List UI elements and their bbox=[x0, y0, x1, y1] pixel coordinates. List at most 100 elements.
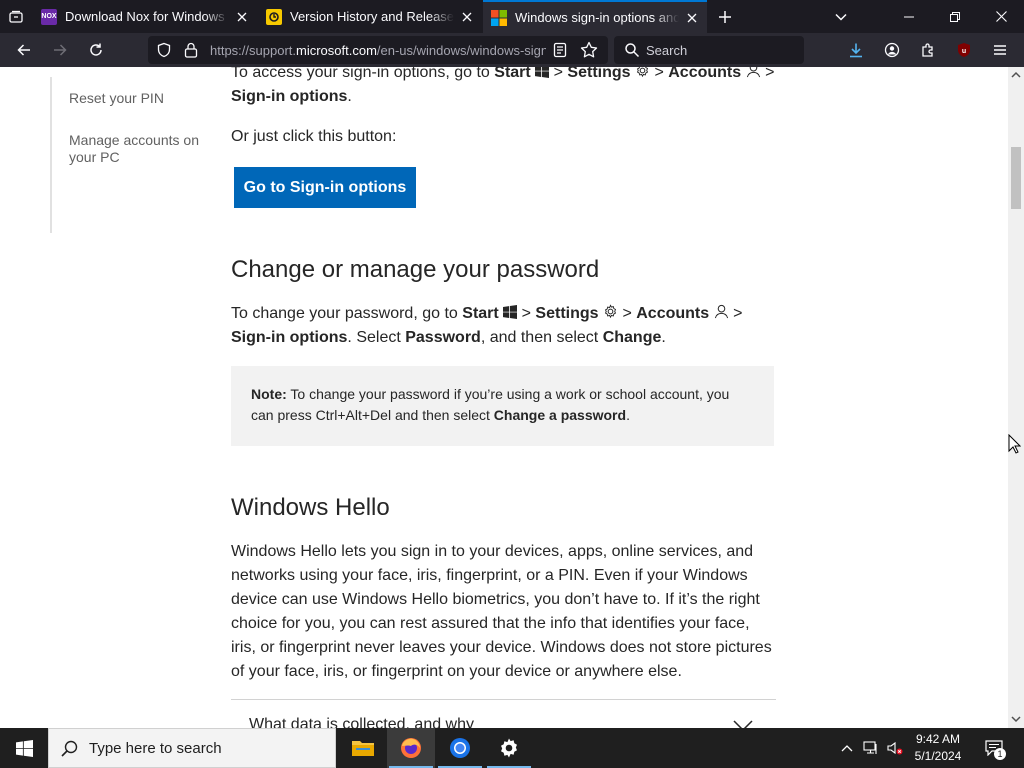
scroll-down-button[interactable] bbox=[1010, 713, 1022, 725]
scroll-up-button[interactable] bbox=[1010, 69, 1022, 81]
taskbar-clock[interactable]: 9:42 AM 5/1/2024 bbox=[902, 731, 974, 765]
taskbar-settings[interactable] bbox=[485, 728, 533, 768]
page-scrollbar[interactable] bbox=[1008, 67, 1024, 728]
minimize-icon bbox=[904, 16, 914, 17]
arrow-left-icon bbox=[17, 44, 30, 56]
windows-logo-icon bbox=[15, 739, 33, 757]
page-viewport: Reset your PIN Manage accounts on your P… bbox=[0, 67, 1008, 728]
download-icon bbox=[850, 43, 862, 58]
nox-favicon-icon: NOX bbox=[41, 8, 57, 25]
reload-button[interactable] bbox=[82, 36, 110, 64]
release-notes-favicon-icon bbox=[266, 8, 282, 25]
new-tab-button[interactable] bbox=[714, 6, 736, 28]
gear-icon bbox=[501, 738, 517, 758]
taskbar-file-explorer[interactable] bbox=[339, 728, 387, 768]
chrome-icon bbox=[450, 738, 470, 758]
tab-title: Windows sign-in options and account prot… bbox=[515, 10, 679, 25]
note-box: Note: To change your password if you’re … bbox=[231, 366, 774, 446]
note-text: To change your password if you’re using … bbox=[251, 386, 730, 423]
accordion-data-collected[interactable]: What data is collected, and why bbox=[231, 699, 776, 728]
puzzle-icon bbox=[922, 43, 933, 57]
volume-muted-icon bbox=[887, 741, 903, 755]
folder-icon bbox=[352, 741, 374, 756]
close-icon bbox=[995, 11, 1007, 22]
minimize-button[interactable] bbox=[886, 0, 932, 33]
taskbar-chrome[interactable] bbox=[436, 728, 484, 768]
lock-icon[interactable] bbox=[184, 42, 198, 58]
tab-close-icon[interactable] bbox=[685, 11, 699, 25]
extensions-button[interactable] bbox=[914, 36, 942, 64]
accordion-label: What data is collected, and why bbox=[249, 716, 475, 728]
back-button[interactable] bbox=[10, 36, 38, 64]
note-bold-text: Change a password bbox=[493, 407, 627, 423]
tab-list-icon bbox=[9, 10, 23, 23]
url-text[interactable]: https://support.microsoft.com/en-us/wind… bbox=[210, 43, 546, 58]
bookmark-star-icon[interactable] bbox=[580, 41, 598, 59]
start-button[interactable] bbox=[0, 728, 48, 768]
heading-windows-hello: Windows Hello bbox=[231, 494, 390, 521]
account-icon bbox=[884, 42, 900, 58]
tab-version-history[interactable]: Version History and Release Notes bbox=[258, 0, 482, 33]
clock-date: 5/1/2024 bbox=[914, 749, 962, 763]
shield-icon[interactable] bbox=[156, 42, 172, 58]
chevron-up-icon bbox=[841, 745, 853, 752]
chevron-down-icon bbox=[1011, 716, 1021, 723]
windows-logo-icon bbox=[503, 305, 518, 319]
tab-close-icon[interactable] bbox=[235, 10, 249, 24]
sidenav-item-manage-accounts[interactable]: Manage accounts on your PC bbox=[52, 132, 202, 166]
windows-taskbar: Type here to search 9:42 AM 5/1/2024 1 bbox=[0, 728, 1024, 768]
taskbar-search-box[interactable]: Type here to search bbox=[48, 728, 336, 768]
tab-nox-download[interactable]: NOX Download Nox for Windows PC bbox=[33, 0, 257, 33]
restore-button[interactable] bbox=[932, 0, 978, 33]
notification-count: 1 bbox=[994, 748, 1006, 760]
show-hidden-icons-button[interactable] bbox=[836, 728, 858, 768]
arrow-right-icon bbox=[54, 44, 67, 56]
change-password-paragraph: To change your password, go to Start > S… bbox=[231, 304, 743, 346]
close-window-button[interactable] bbox=[978, 0, 1024, 33]
sidenav-item-reset-pin[interactable]: Reset your PIN bbox=[52, 90, 202, 107]
network-tray-button[interactable] bbox=[860, 728, 882, 768]
tab-windows-sign-in[interactable]: Windows sign-in options and account prot… bbox=[483, 0, 707, 33]
microsoft-favicon-icon bbox=[491, 9, 507, 26]
forward-button[interactable] bbox=[46, 36, 74, 64]
search-placeholder: Search bbox=[646, 43, 688, 58]
note-label: Note: bbox=[251, 386, 287, 402]
app-menu-button[interactable] bbox=[986, 36, 1014, 64]
gear-icon bbox=[604, 304, 617, 319]
notification-center-button[interactable]: 1 bbox=[980, 728, 1008, 768]
tab-close-icon[interactable] bbox=[460, 10, 474, 24]
in-page-navigation: Reset your PIN Manage accounts on your P… bbox=[50, 77, 210, 233]
restore-icon bbox=[950, 11, 960, 22]
navigation-toolbar: https://support.microsoft.com/en-us/wind… bbox=[0, 33, 1024, 80]
address-bar[interactable]: https://support.microsoft.com/en-us/wind… bbox=[148, 36, 608, 64]
firefox-icon bbox=[401, 738, 421, 758]
tab-bar: NOX Download Nox for Windows PC Version … bbox=[0, 0, 1024, 33]
tab-title: Download Nox for Windows PC bbox=[65, 9, 229, 24]
scrollbar-thumb[interactable] bbox=[1011, 147, 1021, 209]
tab-title: Version History and Release Notes bbox=[290, 9, 454, 24]
search-bar[interactable]: Search bbox=[614, 36, 804, 64]
chevron-down-icon bbox=[835, 13, 847, 21]
windows-hello-paragraph: Windows Hello lets you sign in to your d… bbox=[231, 543, 772, 680]
person-icon bbox=[714, 304, 728, 319]
network-icon bbox=[863, 741, 877, 754]
account-button[interactable] bbox=[878, 36, 906, 64]
taskbar-search-placeholder: Type here to search bbox=[89, 740, 222, 757]
go-to-signin-options-button[interactable]: Go to Sign-in options bbox=[234, 167, 416, 208]
reload-icon bbox=[90, 43, 102, 56]
downloads-button[interactable] bbox=[842, 36, 870, 64]
taskbar-firefox[interactable] bbox=[387, 728, 435, 768]
ublock-shield-icon: u bbox=[958, 43, 970, 57]
ublock-extension-button[interactable]: u bbox=[950, 36, 978, 64]
reader-view-icon[interactable] bbox=[552, 42, 568, 58]
svg-text:u: u bbox=[962, 48, 966, 55]
chevron-up-icon bbox=[1011, 71, 1021, 78]
list-all-tabs-button[interactable] bbox=[830, 6, 852, 28]
plus-icon bbox=[719, 11, 731, 23]
person-icon bbox=[746, 67, 760, 78]
signin-access-paragraph: To access your sign-in options, go to St… bbox=[231, 67, 776, 109]
heading-change-password: Change or manage your password bbox=[231, 256, 600, 283]
search-icon bbox=[625, 43, 640, 58]
mouse-cursor-icon bbox=[1008, 434, 1021, 454]
tab-list-button[interactable] bbox=[0, 0, 32, 33]
